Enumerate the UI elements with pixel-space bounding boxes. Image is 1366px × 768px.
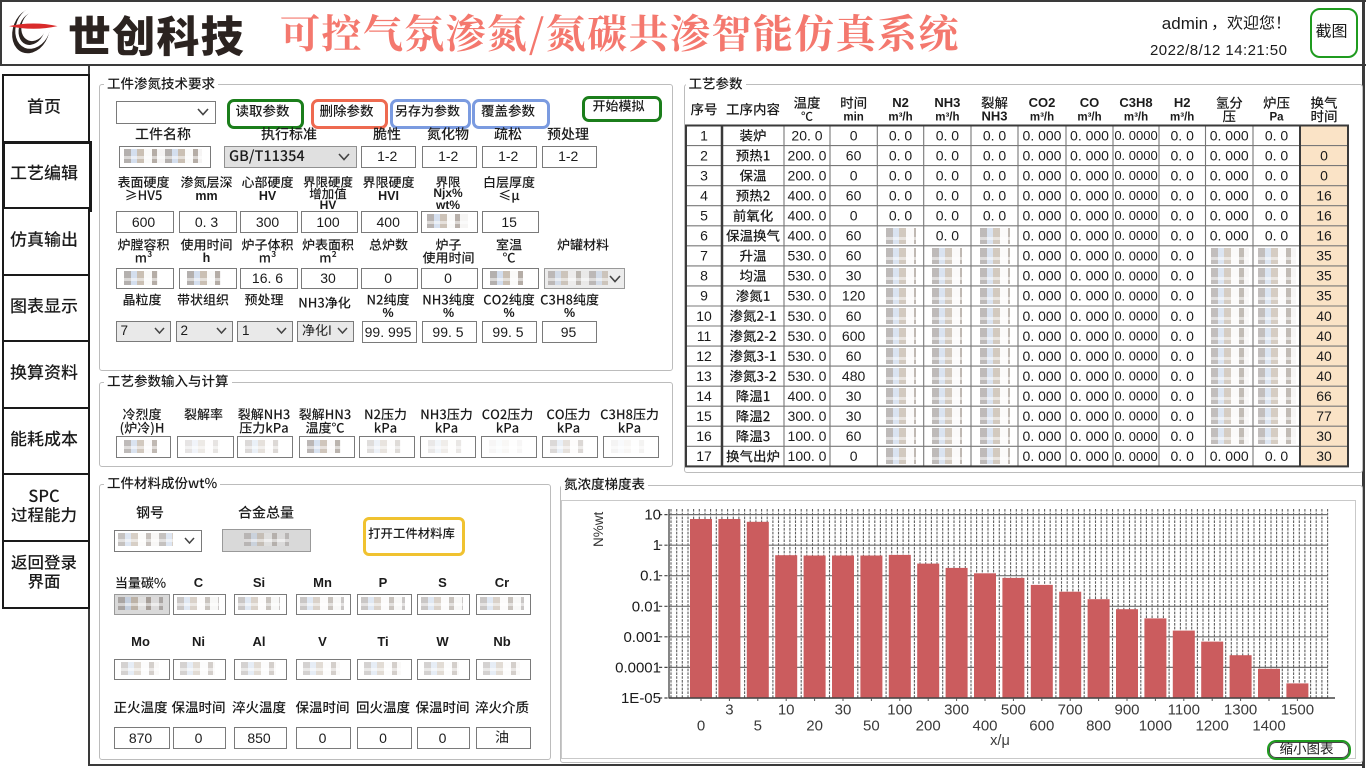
svg-text:10: 10 [644,507,661,524]
svg-text:1: 1 [653,537,661,554]
svg-text:20: 20 [806,718,823,735]
svg-text:500: 500 [1001,702,1026,719]
svg-text:700: 700 [1058,702,1083,719]
svg-text:1E-05: 1E-05 [621,690,661,707]
svg-text:1000: 1000 [1139,718,1172,735]
svg-text:900: 900 [1114,702,1139,719]
svg-text:0.1: 0.1 [640,568,661,585]
svg-text:5: 5 [754,718,762,735]
svg-text:0: 0 [697,718,705,735]
svg-text:1500: 1500 [1281,702,1314,719]
svg-text:3: 3 [725,702,733,719]
svg-text:800: 800 [1086,718,1111,735]
svg-text:1400: 1400 [1252,718,1285,735]
svg-text:10: 10 [778,702,795,719]
svg-text:0.01: 0.01 [632,598,661,615]
svg-text:x/μ: x/μ [990,733,1010,749]
svg-text:1300: 1300 [1224,702,1257,719]
svg-text:600: 600 [1029,718,1054,735]
svg-text:N%wt: N%wt [591,511,606,547]
svg-text:400: 400 [972,718,997,735]
svg-text:30: 30 [835,702,852,719]
svg-text:1100: 1100 [1168,702,1200,719]
svg-text:0.0001: 0.0001 [615,659,661,676]
svg-text:1200: 1200 [1196,718,1229,735]
svg-text:100: 100 [887,702,912,719]
svg-text:300: 300 [944,702,969,719]
svg-text:0.001: 0.001 [623,629,661,646]
svg-text:200: 200 [916,718,941,735]
svg-text:50: 50 [863,718,880,735]
